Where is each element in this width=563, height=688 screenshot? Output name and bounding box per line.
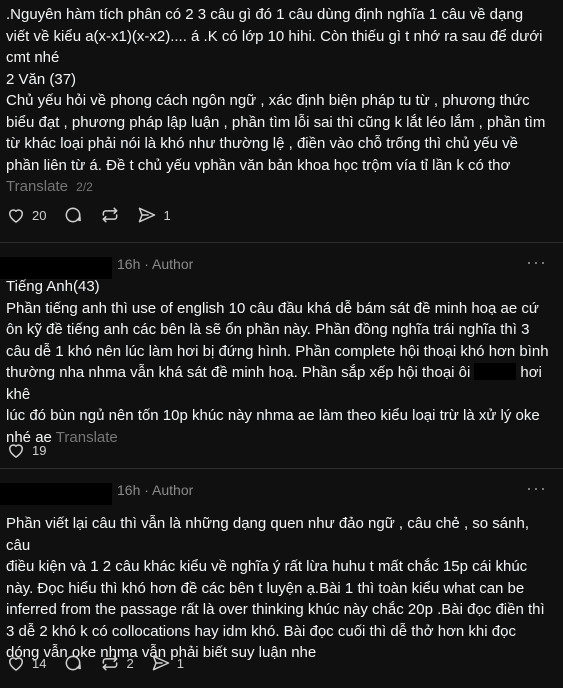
text-line: .Nguyên hàm tích phân có 2 3 câu gì đó 1… (6, 6, 524, 23)
text-line: Phần viết lại câu thì vẫn là những dạng … (6, 515, 529, 554)
post-2: 16h · Author ··· Tiếng Anh(43) Phần tiến… (0, 242, 563, 467)
like-count: 19 (32, 442, 47, 458)
post-3: 16h · Author ··· Phần viết lại câu thì v… (0, 468, 563, 688)
text-line: thường nha nhma vẫn khá sát đề minh hoạ.… (6, 362, 555, 405)
repost-button[interactable]: 2 (100, 653, 134, 673)
text-segment: thường nha nhma vẫn khá sát đề minh hoạ.… (6, 364, 471, 381)
text-line: Chủ yếu hỏi về phong cách ngôn ngữ , xác… (6, 92, 530, 109)
redacted-word (474, 363, 517, 380)
share-count: 1 (163, 207, 171, 223)
text-line: câu dễ 1 khó nên lúc làm hơi bị đứng hìn… (6, 342, 549, 360)
text-line: Phần tiếng anh thì use of english 10 câu… (6, 299, 539, 317)
like-button[interactable]: 14 (6, 653, 46, 673)
post-2-body: Tiếng Anh(43) Phần tiếng anh thì use of … (6, 276, 555, 448)
author-badge: Author (152, 256, 194, 272)
text-line: 2 Văn (37) (6, 70, 77, 88)
post-3-header: 16h · Author ··· (0, 469, 563, 511)
repost-icon (103, 655, 118, 671)
like-count: 14 (32, 655, 47, 671)
comment-button[interactable] (63, 653, 83, 673)
post-1: .Nguyên hàm tích phân có 2 3 câu gì đó 1… (0, 0, 563, 242)
text-line: cmt nhé (6, 49, 60, 66)
post-meta: 16h · Author (117, 256, 194, 272)
repost-icon (103, 207, 118, 223)
page-indicator: 2/2 (76, 180, 93, 194)
like-count: 20 (32, 207, 47, 223)
author-badge: Author (152, 482, 194, 498)
text-line: điều kiện và 1 2 câu khác kiểu về nghĩa … (6, 558, 528, 575)
post-3-body: Phần viết lại câu thì vẫn là những dạng … (6, 513, 555, 664)
post-2-actions: 19 (6, 438, 63, 462)
post-3-actions: 14 2 1 (6, 651, 201, 675)
like-button[interactable]: 20 (6, 205, 46, 225)
send-icon (152, 655, 169, 671)
comment-icon (66, 655, 82, 671)
more-options-button[interactable]: ··· (526, 252, 547, 273)
post-1-actions: 20 1 (6, 203, 188, 227)
heart-icon (9, 444, 23, 458)
repost-button[interactable] (100, 205, 120, 225)
send-icon (139, 207, 156, 223)
text-line: phần liên từ á. Đề t chủ yếu vphần văn b… (6, 156, 511, 174)
redacted-username (0, 483, 112, 505)
share-button[interactable]: 1 (137, 205, 171, 225)
text-line: biểu đạt , phương pháp lập luận , phần t… (6, 113, 546, 131)
share-button[interactable]: 1 (151, 653, 184, 673)
text-line: nhé ae Translate (6, 427, 555, 449)
text-line: ôn kỹ đề tiếng anh các bên là sẽ ổn phần… (6, 321, 530, 338)
heart-icon (9, 209, 23, 223)
comment-button[interactable] (63, 205, 83, 225)
comment-icon (66, 207, 82, 223)
post-subtitle: Tiếng Anh(43) (6, 278, 100, 295)
text-line: này. Đọc hiểu thì khó hơn đề các bên t l… (6, 579, 525, 597)
text-line: viết về kiểu a(x-x1)(x-x2).... á .K có l… (6, 27, 543, 45)
text-line: từ khác loại phải nói là khó như thường … (6, 135, 518, 152)
post-time: 16h (117, 256, 141, 272)
translate-link[interactable]: Translate (56, 429, 118, 446)
text-line: lúc đó bùn ngủ nên tốn 10p khúc này nhma… (6, 407, 540, 424)
translate-link[interactable]: Translate (6, 178, 68, 195)
like-button[interactable]: 19 (6, 440, 46, 460)
post-meta: 16h · Author (117, 482, 194, 498)
text-line: inferred from the passage rất là over th… (6, 601, 545, 618)
text-line: 3 dễ 2 khó k có collocations hay idm khó… (6, 622, 516, 640)
post-time: 16h (117, 482, 141, 498)
share-count: 1 (176, 655, 184, 671)
post-1-body: .Nguyên hàm tích phân có 2 3 câu gì đó 1… (6, 4, 555, 199)
repost-count: 2 (126, 655, 134, 671)
heart-icon (9, 657, 23, 671)
more-options-button[interactable]: ··· (526, 478, 547, 499)
